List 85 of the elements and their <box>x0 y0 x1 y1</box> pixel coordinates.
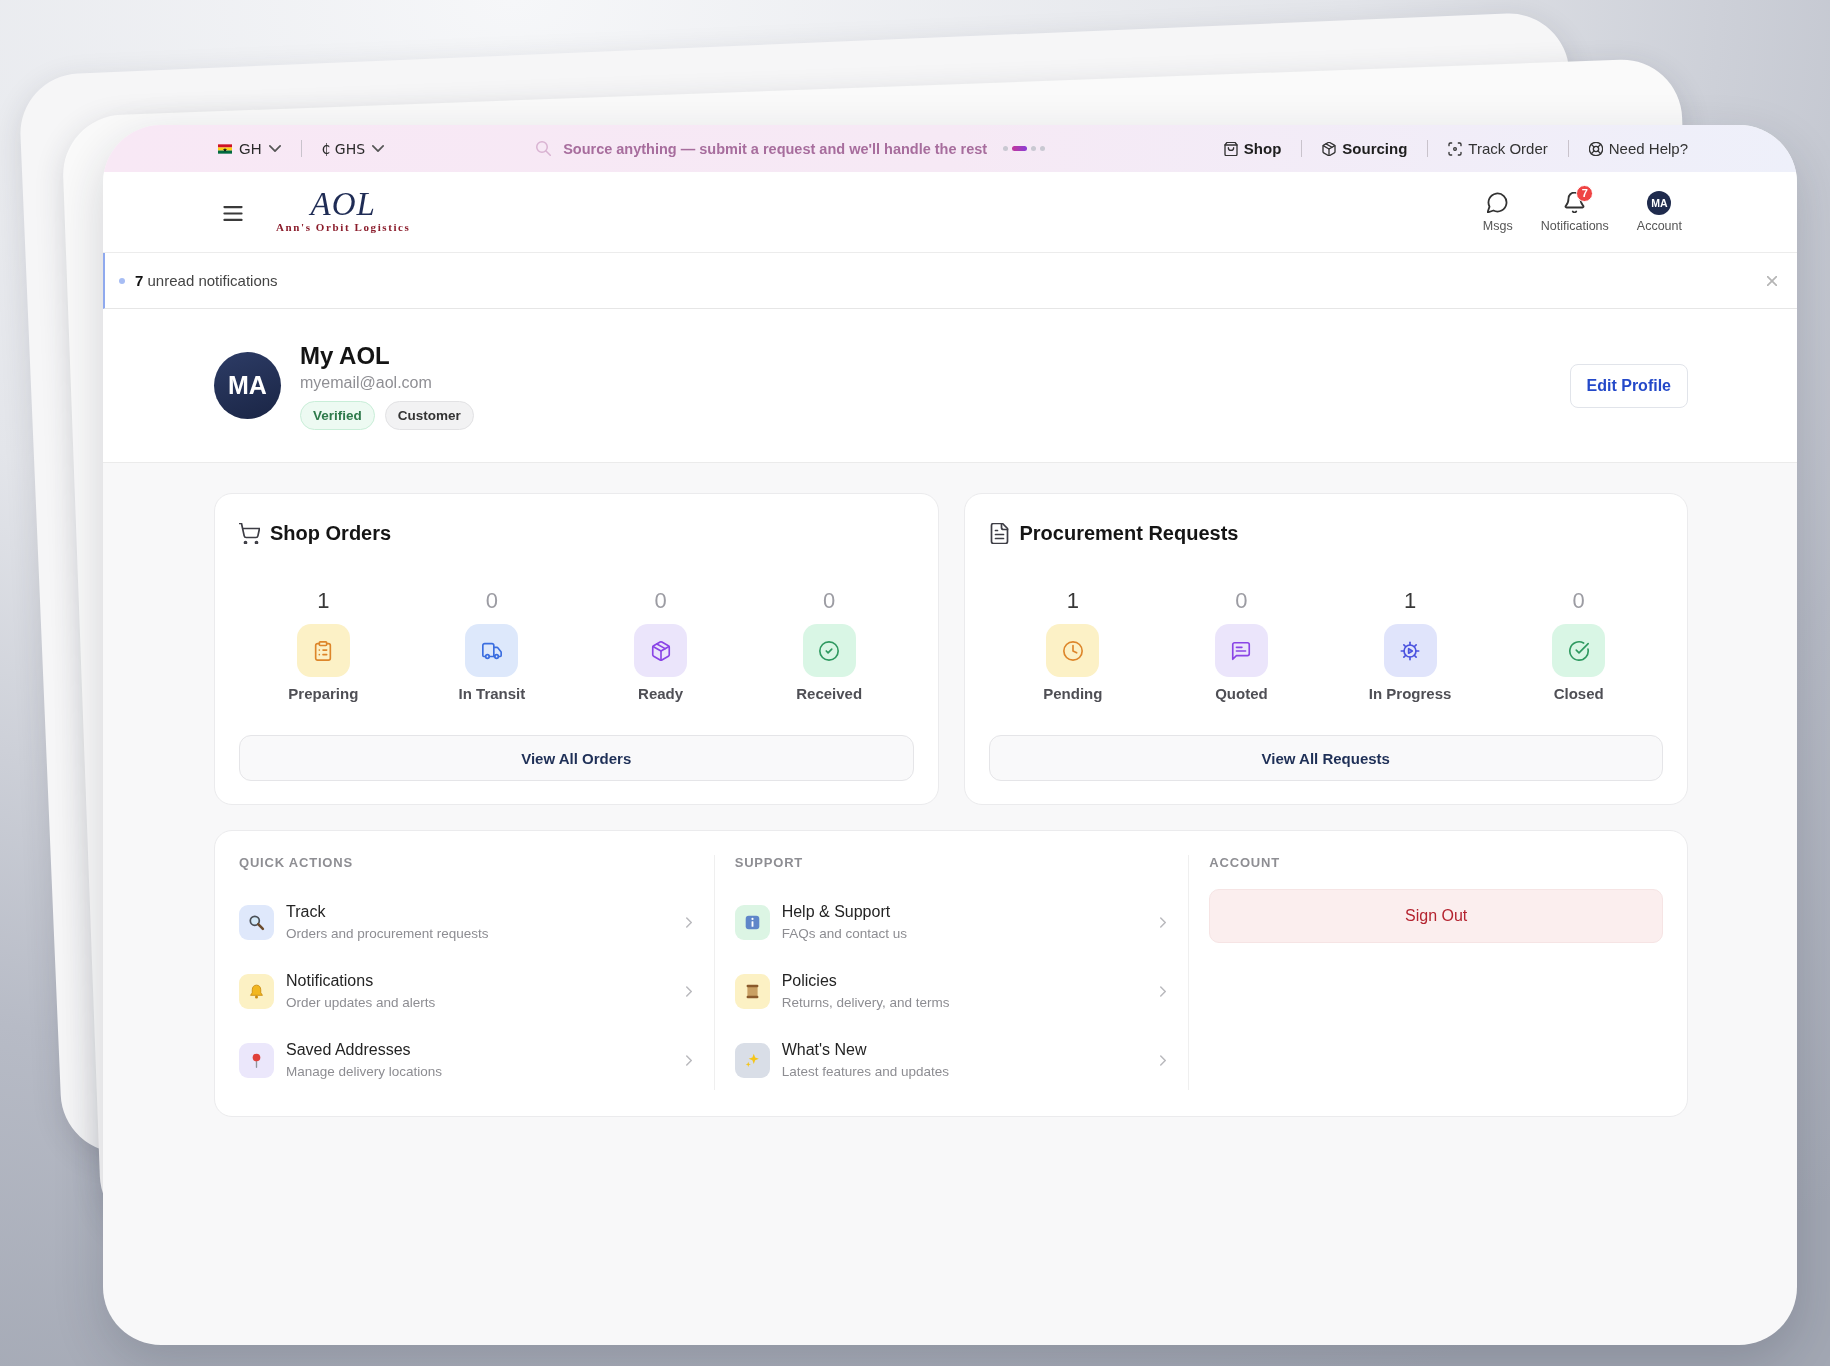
profile-name: My AOL <box>300 341 390 370</box>
stat-label: Ready <box>638 685 684 703</box>
edit-profile-button[interactable]: Edit Profile <box>1569 363 1688 408</box>
chevron-down-icon <box>372 145 385 152</box>
scroll-icon <box>734 973 770 1009</box>
flag-icon <box>218 143 232 154</box>
section-heading: QUICK ACTIONS <box>239 855 354 871</box>
message-icon <box>1214 624 1268 677</box>
stat-count: 0 <box>485 587 499 615</box>
chevron-down-icon <box>268 145 281 152</box>
stat-count: 1 <box>1066 587 1079 615</box>
ticker-text: Source anything — submit a request and we'll handle the rest <box>563 140 988 157</box>
stat-count: 0 <box>1572 587 1585 615</box>
cart-icon <box>239 522 260 544</box>
action-row[interactable]: Saved Addresses Manage delivery locations <box>239 1030 694 1090</box>
section-heading: SUPPORT <box>734 855 805 871</box>
package-icon <box>634 624 688 677</box>
chevron-right-icon <box>1160 1054 1167 1066</box>
card-title: Procurement Requests <box>1019 521 1239 546</box>
profile-email: myemail@aol.com <box>300 372 432 392</box>
nav-link[interactable]: Track Order <box>1448 140 1548 157</box>
section-heading: ACCOUNT <box>1209 855 1281 871</box>
bag-icon <box>1223 141 1238 156</box>
close-icon[interactable] <box>1767 275 1777 286</box>
chevron-right-icon <box>685 985 692 997</box>
clipboard-icon <box>296 624 350 677</box>
carousel-dot[interactable] <box>1040 146 1046 151</box>
nav-link[interactable]: Sourcing <box>1322 140 1408 157</box>
stat-label: Preparing <box>288 685 359 703</box>
truck-icon <box>465 624 519 677</box>
notification-badge: 7 <box>1576 184 1594 202</box>
stat-label: Pending <box>1043 685 1103 703</box>
gear-icon <box>1383 624 1437 677</box>
action-row[interactable]: Help & Support FAQs and contact us <box>734 892 1169 952</box>
avatar: MA <box>1647 190 1672 215</box>
stat-count: 0 <box>654 587 667 615</box>
avatar: MA <box>214 352 281 419</box>
messages-button[interactable]: Msgs <box>1477 190 1518 234</box>
notification-text: 7 unread notifications <box>135 272 278 289</box>
stat-count: 0 <box>823 587 836 615</box>
stat-label: In Transit <box>458 685 526 703</box>
chevron-right-icon <box>685 1054 692 1066</box>
clock-icon <box>1046 624 1100 677</box>
chevron-right-icon <box>1160 916 1167 928</box>
account-button[interactable]: MA Account <box>1631 190 1687 234</box>
chevron-right-icon <box>685 916 692 928</box>
menu-icon[interactable] <box>223 205 243 221</box>
sign-out-button[interactable]: Sign Out <box>1209 889 1663 943</box>
dot-icon <box>119 277 125 284</box>
logo-mark[interactable]: AOL <box>310 186 376 221</box>
info-icon <box>734 904 770 940</box>
card-title: Shop Orders <box>270 521 392 546</box>
bell-icon <box>239 973 274 1009</box>
magnifier-icon <box>239 904 274 940</box>
action-row[interactable]: What's New Latest features and updates <box>734 1030 1169 1090</box>
view-all-button[interactable]: View All Orders <box>239 735 914 781</box>
nav-link[interactable]: Shop <box>1223 140 1282 157</box>
chevron-right-icon <box>1160 985 1167 997</box>
region-select[interactable]: GH <box>218 140 281 157</box>
stat-count: 1 <box>317 587 330 615</box>
sparkles-icon <box>734 1042 770 1078</box>
action-row[interactable]: Track Orders and procurement requests <box>239 892 694 952</box>
chat-bubble-icon <box>1487 192 1509 213</box>
carousel-dot[interactable] <box>1031 146 1037 151</box>
profile-tag: Verified <box>300 400 375 430</box>
view-all-button[interactable]: View All Requests <box>988 735 1663 781</box>
stat-count: 1 <box>1403 587 1417 615</box>
stat-label: In Progress <box>1368 685 1452 703</box>
logo-tagline: Ann's Orbit Logistics <box>276 220 411 234</box>
box-icon <box>1322 141 1337 156</box>
stat-label: Closed <box>1553 685 1604 703</box>
nav-link[interactable]: Need Help? <box>1588 140 1688 157</box>
carousel-dot[interactable] <box>1003 146 1009 151</box>
stat-label: Received <box>796 685 863 703</box>
action-row[interactable]: Policies Returns, delivery, and terms <box>734 961 1169 1021</box>
profile-tag: Customer <box>384 400 474 430</box>
action-row[interactable]: Notifications Order updates and alerts <box>239 961 694 1021</box>
magnifier-icon <box>536 141 552 156</box>
document-icon <box>988 522 1010 544</box>
scan-icon <box>1448 141 1463 156</box>
pin-icon <box>239 1042 274 1078</box>
currency-select[interactable]: ₵ GHS <box>321 140 385 157</box>
lifebuoy-icon <box>1588 141 1603 156</box>
stat-label: Quoted <box>1215 685 1268 703</box>
stat-count: 0 <box>1235 587 1248 615</box>
